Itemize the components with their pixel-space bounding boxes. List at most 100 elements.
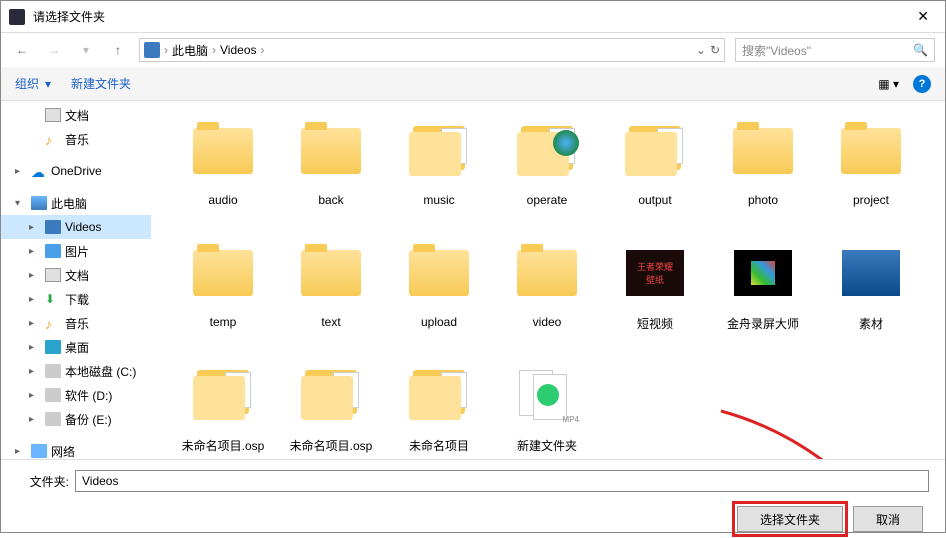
sidebar-tree[interactable]: 文档♪音乐▸☁OneDrive▾此电脑▸Videos▸图片▸文档▸⬇下载▸♪音乐…: [1, 101, 151, 459]
disk-icon: [45, 412, 61, 426]
grid-item[interactable]: back: [277, 111, 385, 225]
item-thumb: [187, 359, 259, 431]
sidebar-item[interactable]: 文档: [1, 103, 151, 127]
item-label: 新建文件夹: [493, 437, 601, 454]
pic-icon: [45, 244, 61, 258]
breadcrumb[interactable]: › 此电脑 › Videos › ⌄↻: [139, 38, 725, 62]
grid-item[interactable]: upload: [385, 233, 493, 347]
item-thumb: [835, 115, 907, 187]
grid-item[interactable]: 金舟录屏大师: [709, 233, 817, 347]
item-thumb: MP4: [511, 359, 583, 431]
select-folder-button[interactable]: 选择文件夹: [737, 506, 843, 532]
grid-item[interactable]: MP4 新建文件夹: [493, 355, 601, 459]
breadcrumb-segment[interactable]: 此电脑: [172, 42, 208, 59]
chevron-right-icon: ›: [164, 43, 168, 57]
chevron-icon: ▸: [29, 222, 41, 233]
grid-item[interactable]: operate: [493, 111, 601, 225]
nav-bar: ← → ▾ ↑ › 此电脑 › Videos › ⌄↻ 搜索"Videos" 🔍: [1, 33, 945, 67]
sidebar-item[interactable]: ▸ ♪ 音乐: [1, 311, 151, 335]
chevron-icon: ▾: [15, 198, 27, 209]
grid-item[interactable]: 素材: [817, 233, 925, 347]
grid-item[interactable]: 未命名项目.osp: [169, 355, 277, 459]
chevron-icon: ▸: [15, 446, 27, 457]
help-icon[interactable]: ?: [913, 75, 931, 93]
cancel-button[interactable]: 取消: [853, 506, 923, 532]
item-thumb: [187, 237, 259, 309]
sidebar-item[interactable]: ▸ 网络: [1, 439, 151, 459]
item-label: output: [601, 193, 709, 207]
video-icon: [45, 220, 61, 234]
grid-item[interactable]: 未命名项目.osp: [277, 355, 385, 459]
grid-item[interactable]: audio: [169, 111, 277, 225]
sidebar-item[interactable]: ♪音乐: [1, 127, 151, 151]
sidebar-item[interactable]: ▸桌面: [1, 335, 151, 359]
close-icon[interactable]: ✕: [909, 8, 937, 25]
chevron-icon: ▸: [29, 318, 41, 329]
refresh-icon[interactable]: ↻: [710, 43, 720, 57]
recent-dropdown[interactable]: ▾: [75, 39, 97, 61]
grid-item[interactable]: temp: [169, 233, 277, 347]
grid-item[interactable]: photo: [709, 111, 817, 225]
down-icon: ⬇: [45, 292, 61, 306]
grid-item[interactable]: output: [601, 111, 709, 225]
item-label: 金舟录屏大师: [709, 315, 817, 332]
sidebar-label: 图片: [65, 243, 89, 260]
window-title: 请选择文件夹: [33, 8, 909, 25]
grid-item[interactable]: 未命名项目: [385, 355, 493, 459]
item-label: 短视频: [601, 315, 709, 332]
grid-item[interactable]: music: [385, 111, 493, 225]
grid-item[interactable]: project: [817, 111, 925, 225]
up-button[interactable]: ↑: [107, 39, 129, 61]
sidebar-label: 文档: [65, 107, 89, 124]
item-thumb: [295, 359, 367, 431]
grid-item[interactable]: text: [277, 233, 385, 347]
sidebar-label: 软件 (D:): [65, 387, 112, 404]
back-button[interactable]: ←: [11, 39, 33, 61]
video-library-icon: [144, 42, 160, 58]
chevron-down-icon[interactable]: ⌄: [696, 43, 706, 57]
sidebar-item[interactable]: ▸本地磁盘 (C:): [1, 359, 151, 383]
music-icon: ♪: [45, 316, 61, 330]
item-label: temp: [169, 315, 277, 329]
sidebar-label: 文档: [65, 267, 89, 284]
new-folder-button[interactable]: 新建文件夹: [71, 75, 131, 92]
grid-item[interactable]: 王者荣耀壁纸短视频: [601, 233, 709, 347]
sidebar-label: 音乐: [65, 315, 89, 332]
view-options-icon[interactable]: ▦ ▾: [878, 77, 899, 91]
item-thumb: [403, 237, 475, 309]
sidebar-label: 下载: [65, 291, 89, 308]
chevron-down-icon[interactable]: ▾: [45, 77, 51, 91]
doc-icon: [45, 108, 61, 122]
sidebar-item[interactable]: ▸文档: [1, 263, 151, 287]
grid-item[interactable]: video: [493, 233, 601, 347]
item-label: back: [277, 193, 385, 207]
item-label: text: [277, 315, 385, 329]
sidebar-item[interactable]: ▾此电脑: [1, 191, 151, 215]
file-grid[interactable]: audiobackmusicoperateoutputphotoproject t…: [151, 101, 945, 459]
titlebar: 请选择文件夹 ✕: [1, 1, 945, 33]
sidebar-item[interactable]: ▸ 软件 (D:): [1, 383, 151, 407]
item-label: 未命名项目.osp: [169, 437, 277, 454]
sidebar-item[interactable]: ▸☁OneDrive: [1, 159, 151, 183]
forward-button[interactable]: →: [43, 39, 65, 61]
chevron-icon: ▸: [29, 294, 41, 305]
cloud-icon: ☁: [31, 164, 47, 178]
sidebar-label: OneDrive: [51, 164, 102, 178]
organize-menu[interactable]: 组织: [15, 75, 39, 92]
toolbar: 组织 ▾ 新建文件夹 ▦ ▾ ?: [1, 67, 945, 101]
search-input[interactable]: 搜索"Videos" 🔍: [735, 38, 935, 62]
sidebar-item[interactable]: ▸Videos: [1, 215, 151, 239]
sidebar-item[interactable]: ▸备份 (E:): [1, 407, 151, 431]
desk-icon: [45, 340, 61, 354]
sidebar-label: 网络: [51, 443, 75, 460]
chevron-icon: ▸: [29, 390, 41, 401]
item-thumb: [187, 115, 259, 187]
sidebar-item[interactable]: ▸ ⬇ 下载: [1, 287, 151, 311]
dialog-bottom: 文件夹: 选择文件夹 取消: [1, 459, 945, 538]
breadcrumb-segment[interactable]: Videos: [220, 43, 256, 57]
item-label: music: [385, 193, 493, 207]
sidebar-item[interactable]: ▸图片: [1, 239, 151, 263]
path-input[interactable]: [75, 470, 929, 492]
chevron-icon: ▸: [29, 366, 41, 377]
item-thumb: [403, 359, 475, 431]
